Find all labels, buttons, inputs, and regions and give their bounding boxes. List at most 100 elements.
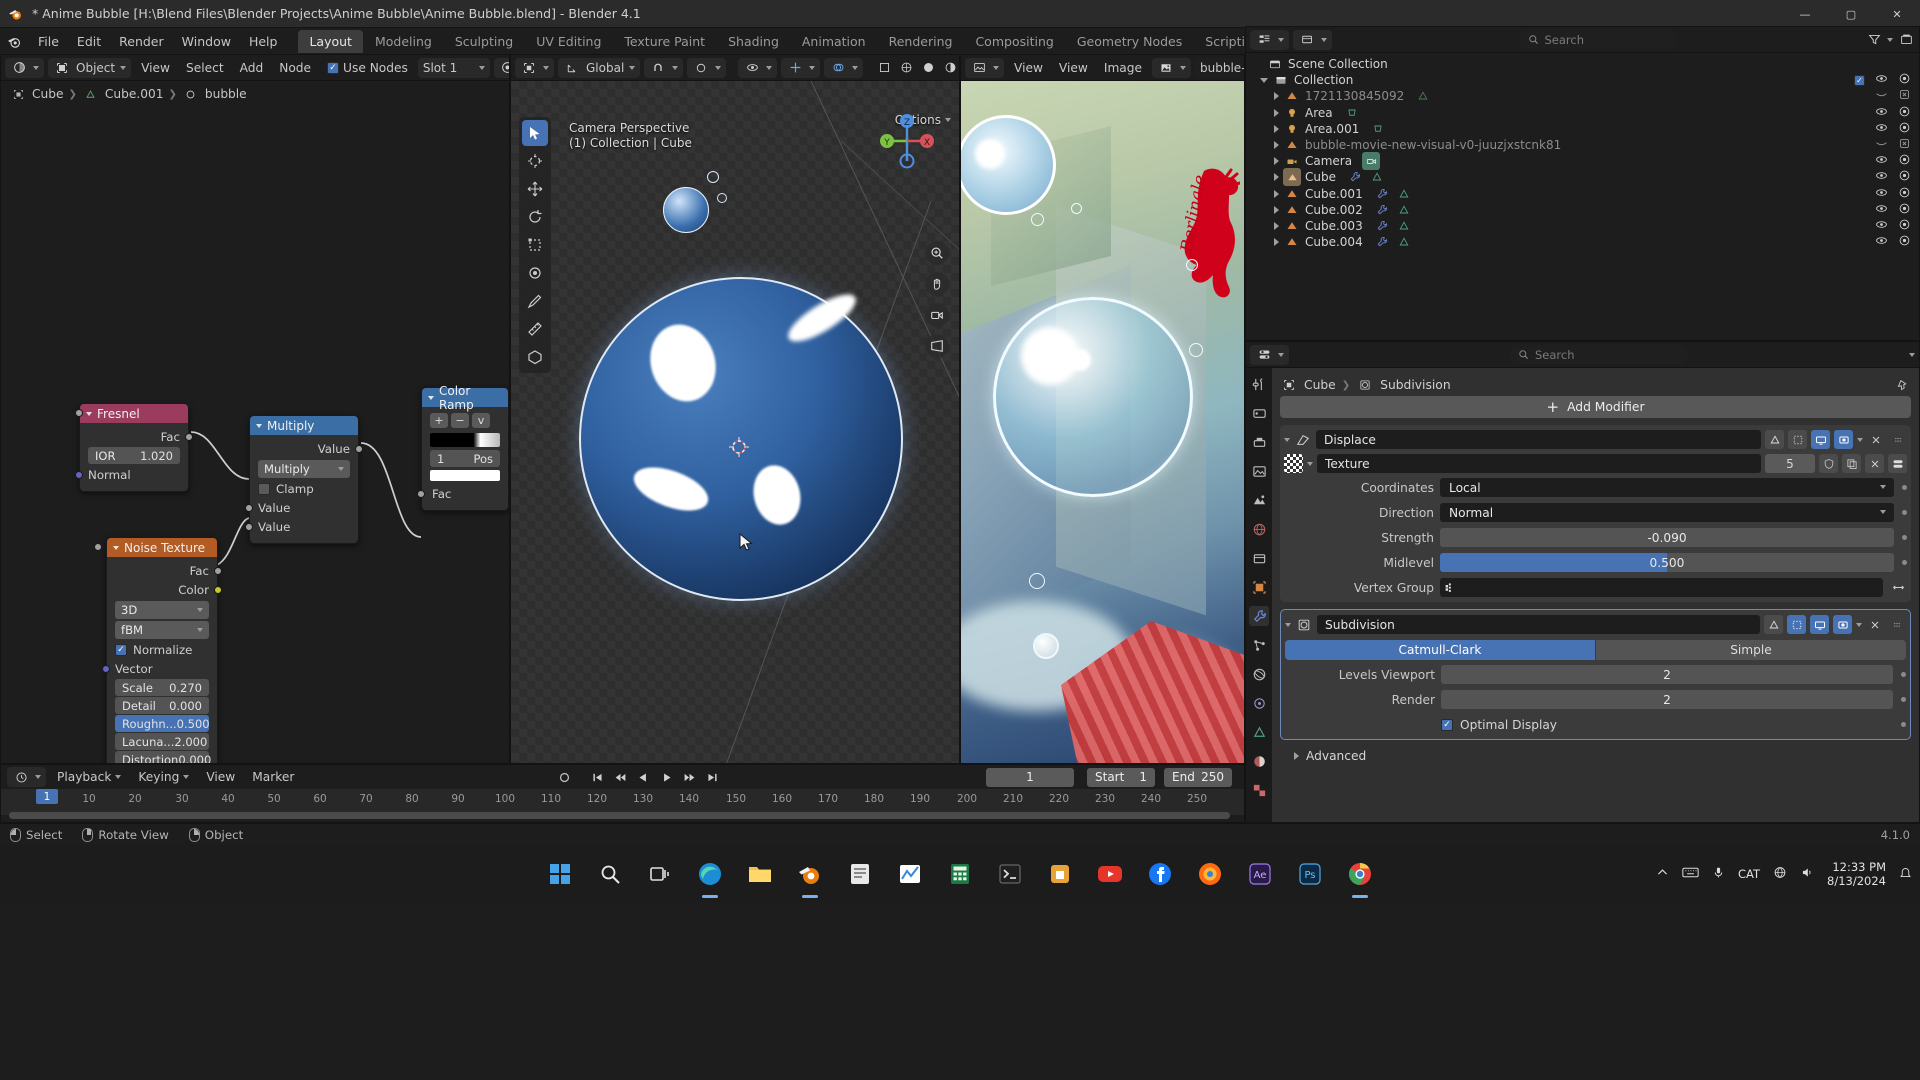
tab-particles[interactable] [1249, 635, 1269, 655]
node-noise-type-dropdown[interactable]: fBM [115, 621, 209, 639]
subdivision-levels-viewport-value[interactable]: 2 [1441, 665, 1893, 684]
node-color-ramp-output-fac[interactable]: Fac [417, 484, 508, 503]
tab-output[interactable] [1249, 432, 1269, 452]
chevron-right-icon[interactable] [1274, 157, 1279, 166]
camera-render-icon[interactable] [1898, 186, 1911, 202]
current-frame-field[interactable]: 1 [986, 767, 1074, 787]
tab-sculpting[interactable]: Sculpting [444, 30, 524, 53]
node-noise-output-color[interactable]: Color [107, 580, 222, 599]
viewport-canvas[interactable]: Camera Perspective (1) Collection | Cube… [511, 81, 959, 763]
properties-editor-type[interactable] [1250, 344, 1289, 365]
breadcrumb-material[interactable]: bubble [205, 87, 247, 101]
tab-layout[interactable]: Layout [298, 29, 363, 53]
chevron-down-icon[interactable] [1909, 352, 1915, 357]
timeline-menu-keying[interactable]: Keying [132, 767, 195, 787]
start-icon[interactable] [543, 857, 577, 891]
timeline-menu-marker[interactable]: Marker [246, 767, 300, 787]
navigation-gizmo[interactable]: Z Y X [875, 109, 939, 173]
chevron-right-icon[interactable] [1274, 124, 1279, 133]
tab-material[interactable] [1249, 751, 1269, 771]
select-box-tool[interactable] [522, 120, 548, 146]
node-noise-lacunarity-field[interactable]: Lacuna... 2.000 [94, 543, 209, 750]
network-icon[interactable] [1773, 866, 1787, 882]
shield-fake-user-icon[interactable] [1819, 454, 1838, 473]
outliner-item-light-area-001[interactable]: Area.001 [1246, 121, 1919, 137]
image-canvas[interactable]: Berlinale [961, 81, 1244, 763]
properties-breadcrumb-modifier[interactable]: Subdivision [1380, 378, 1450, 392]
minimize-button[interactable]: — [1782, 0, 1828, 28]
node-multiply[interactable]: Multiply Value Multiply Clamp Value Valu… [245, 415, 363, 544]
input-socket[interactable] [75, 471, 83, 479]
blender-menu-icon[interactable] [6, 33, 23, 50]
toggle-perspective-icon[interactable] [925, 334, 949, 358]
edge-icon[interactable] [693, 857, 727, 891]
pan-hand-icon[interactable] [925, 272, 949, 296]
tab-geometry-nodes[interactable]: Geometry Nodes [1066, 30, 1193, 53]
checkbox-icon[interactable]: ✓ [1854, 74, 1865, 86]
transform-tool[interactable] [522, 260, 548, 286]
displace-vertex-group-field[interactable] [1440, 578, 1883, 597]
chevron-right-icon[interactable] [1274, 108, 1279, 117]
chevron-down-icon[interactable] [1307, 461, 1313, 466]
eye-icon[interactable] [1875, 72, 1888, 88]
add-modifier-button[interactable]: + Add Modifier [1280, 396, 1911, 418]
tab-uv-editing[interactable]: UV Editing [525, 30, 612, 53]
timeline-editor-type[interactable] [7, 767, 46, 787]
chevron-right-icon[interactable] [1274, 189, 1279, 198]
eye-icon[interactable] [1875, 121, 1888, 137]
animate-property-dot[interactable] [1902, 485, 1907, 490]
outliner-tree[interactable]: Scene Collection Collection ✓ 1721130845… [1246, 53, 1919, 253]
chevron-down-icon[interactable] [1284, 437, 1290, 442]
terminal-icon[interactable] [993, 857, 1027, 891]
add-stop-button[interactable]: + [430, 413, 448, 428]
node-fresnel-input-normal[interactable]: Normal [75, 465, 188, 484]
node-fresnel-header[interactable]: Fresnel [80, 404, 188, 423]
chevron-down-icon[interactable] [86, 411, 92, 416]
node-fresnel[interactable]: Fresnel Fac IOR 1.020 Normal [75, 403, 193, 492]
measure-tool[interactable] [522, 316, 548, 342]
input-socket[interactable] [102, 665, 110, 673]
chevron-right-icon[interactable] [1274, 92, 1279, 101]
on-cage-icon[interactable] [1788, 430, 1807, 449]
image-menu-image[interactable]: Image [1098, 58, 1148, 78]
remove-stop-button[interactable]: − [451, 413, 469, 428]
segment-simple[interactable]: Simple [1596, 640, 1906, 660]
node-noise-texture[interactable]: Noise Texture Fac Color 3D fBM ✓ Normali… [94, 537, 222, 763]
subdivision-render-value[interactable]: 2 [1441, 690, 1893, 709]
animate-property-dot[interactable] [1902, 560, 1907, 565]
breadcrumb-mesh[interactable]: Cube.001 [105, 87, 164, 101]
animate-property-dot[interactable] [1901, 697, 1906, 702]
edit-mode-display-icon[interactable] [1764, 615, 1783, 634]
displace-direction-dropdown[interactable]: Normal [1440, 503, 1894, 522]
output-socket[interactable] [355, 445, 363, 453]
camera-view-icon[interactable] [925, 303, 949, 327]
breadcrumb-object[interactable]: Cube [32, 87, 63, 101]
outliner-item-camera[interactable]: Camera [1246, 152, 1919, 171]
chevron-up-icon[interactable] [1656, 866, 1669, 882]
outliner-item-cube-004[interactable]: Cube.004 [1246, 234, 1919, 250]
shader-type-selector[interactable]: Object [48, 57, 132, 78]
camera-render-icon[interactable] [1898, 234, 1911, 250]
output-socket[interactable] [214, 567, 222, 575]
node-noise-distortion-field[interactable]: Distortion 0.000 [94, 543, 211, 763]
node-color-ramp-header[interactable]: Color Ramp [422, 384, 508, 412]
tab-animation[interactable]: Animation [791, 30, 877, 53]
camera-render-icon[interactable] [1898, 153, 1911, 169]
annotate-tool[interactable] [522, 288, 548, 314]
animate-property-dot[interactable] [1902, 535, 1907, 540]
node-multiply-header[interactable]: Multiply [250, 416, 358, 435]
end-frame-field[interactable]: End 250 [1164, 767, 1232, 787]
chevron-right-icon[interactable] [1274, 221, 1279, 230]
prev-keyframe-icon[interactable] [611, 768, 629, 786]
mic-icon[interactable] [1712, 866, 1725, 882]
play-icon[interactable] [657, 768, 675, 786]
close-button[interactable]: ✕ [1874, 0, 1920, 28]
add-cube-tool[interactable] [522, 344, 548, 370]
animate-property-dot[interactable] [1901, 722, 1906, 727]
tab-shading[interactable]: Shading [717, 30, 790, 53]
snap-toggle[interactable] [644, 57, 684, 78]
chrome-icon[interactable] [1343, 857, 1377, 891]
auto-keying-icon[interactable] [555, 768, 573, 786]
node-fresnel-ior-field[interactable]: IOR 1.020 [75, 409, 180, 464]
taskview-icon[interactable] [643, 857, 677, 891]
